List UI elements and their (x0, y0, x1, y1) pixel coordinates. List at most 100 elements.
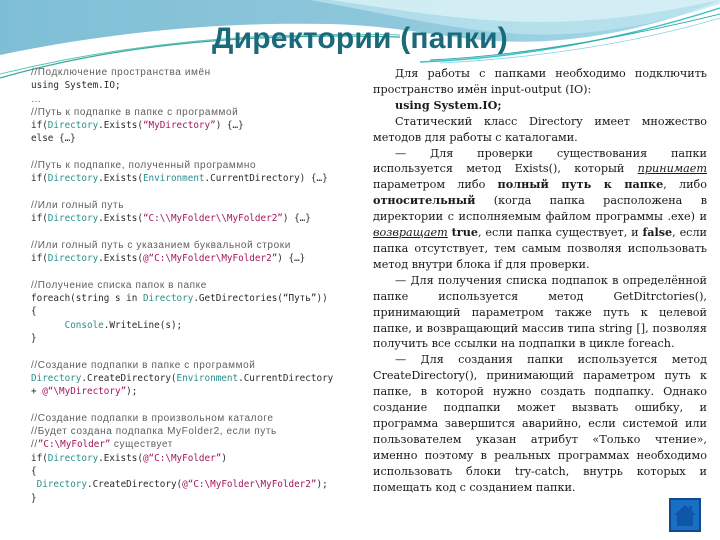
code-token-plain: ) (221, 452, 227, 464)
code-token-plain: .Exists( (98, 253, 143, 265)
text-run: Для работы с папками необходимо подключи… (373, 67, 707, 96)
code-token-type: Directory (47, 253, 99, 265)
code-line: //Или голный путь с указанием буквальной… (31, 239, 366, 252)
code-token-str: “MyDirectory” (142, 120, 216, 132)
code-line: + @“\MyDirectory”); (31, 385, 366, 398)
code-line: else {…} (31, 132, 366, 145)
code-token-kw: if( (31, 452, 48, 464)
code-line: if(Directory.Exists(“MyDirectory”) {…} (31, 119, 366, 132)
code-token-plain: ) {…} (277, 253, 306, 265)
code-line: if(Directory.Exists(@“C:\MyFolder”) (31, 452, 366, 465)
code-token-plain: .CreateDirectory( (81, 372, 177, 384)
explanation-text: Для работы с папками необходимо подключи… (373, 66, 707, 495)
code-line: if(Directory.Exists(@“C:\MyFolder\MyFold… (31, 252, 366, 265)
code-line: //Получение списка папок в папке (31, 279, 366, 292)
code-token-type: Environment (142, 173, 205, 185)
code-token-kw: using System.IO; (31, 80, 121, 92)
code-token-kw: foreach(string s in (31, 293, 143, 305)
code-token-kw: if( (31, 213, 48, 225)
code-token-type: Directory (47, 213, 99, 225)
text-run: параметром либо (373, 178, 498, 192)
code-line: //Создание подпапки в папке с программой (31, 359, 366, 372)
code-line: … (31, 93, 366, 106)
paragraph: — Для создания папки используется метод … (373, 352, 707, 495)
code-token-type: Directory (36, 479, 87, 491)
code-token-com: //Или голный путь (31, 199, 125, 211)
code-token-plain: .GetDirectories( (193, 293, 283, 305)
code-token-plain: .Exists( (98, 213, 143, 225)
code-token-com: //Получение списка папок в папке (31, 279, 207, 291)
paragraph: Статический класс Directory имеет множес… (373, 114, 707, 146)
text-run: — Для создания папки используется метод … (373, 353, 707, 494)
code-line: //Путь к подпапке в папке с программой (31, 106, 366, 119)
code-token-plain: “Путь” (282, 293, 317, 305)
bold-text: относительный (373, 193, 476, 208)
code-token-type: Directory (142, 293, 194, 305)
code-line: //Путь к подпапке, полученный программно (31, 159, 366, 172)
code-token-com: //Будет создана подпапка MyFolder2, если… (31, 426, 277, 438)
code-token-plain: )) (316, 293, 328, 305)
code-line: Directory.CreateDirectory(@“C:\MyFolder\… (31, 478, 366, 491)
code-token-com: //Подключение пространства имён (31, 67, 211, 78)
code-token-com: //Или голный путь с указанием буквальной… (31, 239, 291, 251)
home-button[interactable] (669, 498, 701, 532)
code-token-plain: .Exists( (98, 120, 143, 132)
code-token-str: @“C:\MyFolder\MyFolder2” (182, 479, 317, 491)
code-line: //Будет создана подпапка MyFolder2, если… (31, 425, 366, 438)
code-token-com: //Путь к подпапке в папке с программой (31, 106, 239, 118)
code-token-str: “C:\\MyFolder\\MyFolder2” (142, 213, 283, 225)
code-token-str: ”C:\MyFolder” (37, 439, 111, 451)
code-token-plain: ); (126, 386, 138, 398)
code-token-str: @“C:\MyFolder” (142, 452, 222, 464)
code-line: using System.IO; (31, 79, 366, 92)
code-line: if(Directory.Exists(“C:\\MyFolder\\MyFol… (31, 212, 366, 225)
code-line: //Или голный путь (31, 199, 366, 212)
code-line: Directory.CreateDirectory(Environment.Cu… (31, 372, 366, 385)
code-token-kw: if( (31, 120, 48, 132)
code-token-type: Directory (47, 120, 99, 132)
code-token-type: Environment (176, 372, 239, 384)
code-token-plain: ) {…} (282, 213, 311, 225)
code-line: } (31, 492, 366, 505)
code-token-kw: if( (31, 253, 48, 265)
bold-text: false (642, 225, 673, 240)
paragraph: using System.IO; (373, 98, 707, 114)
paragraph: Для работы с папками необходимо подключи… (373, 66, 707, 98)
code-sample: //Подключение пространства имён using Sys… (31, 66, 366, 505)
text-run: , если папка существует, и (477, 226, 643, 240)
code-token-kw: else {…} (31, 133, 76, 145)
code-line: //Подключение пространства имён (31, 66, 366, 79)
code-token-plain: .WriteLine(s); (103, 319, 183, 331)
code-line: { (31, 465, 366, 478)
code-token-com: существует (110, 439, 173, 451)
emphasis-text: возвращает (373, 226, 448, 240)
text-run: , либо (663, 178, 708, 192)
code-token-com: //Создание подпапки в произвольном катал… (31, 412, 274, 424)
code-token-plain: } (31, 492, 37, 504)
code-token-com: … (31, 93, 42, 105)
paragraph: — Для проверки существования папки испол… (373, 146, 707, 273)
code-token-com: //Создание подпапки в папке с программой (31, 359, 256, 371)
code-token-plain: } (31, 332, 37, 344)
text-run: — Для получения списка подпапок в опреде… (373, 273, 707, 351)
text-run: Статический класс Directory имеет множес… (373, 114, 707, 144)
code-token-type: Directory (47, 452, 99, 464)
code-line: Console.WriteLine(s); (31, 319, 366, 332)
code-token-plain: { (31, 465, 37, 477)
code-line: //Создание подпапки в произвольном катал… (31, 412, 366, 425)
code-token-kw: if( (31, 173, 48, 185)
home-icon (674, 505, 696, 526)
code-token-plain: ); (316, 479, 328, 491)
code-line: //”C:\MyFolder” существует (31, 438, 366, 451)
code-token-plain: { (31, 306, 37, 318)
code-token-str: @“\MyDirectory” (42, 386, 127, 398)
code-line: if(Directory.Exists(Environment.CurrentD… (31, 172, 366, 185)
emphasis-text: принимает (637, 162, 707, 176)
bold-text: using System.IO; (395, 97, 502, 112)
code-token-plain: ) {…} (215, 120, 244, 132)
code-token-plain: .CurrentDirectory (238, 372, 334, 384)
